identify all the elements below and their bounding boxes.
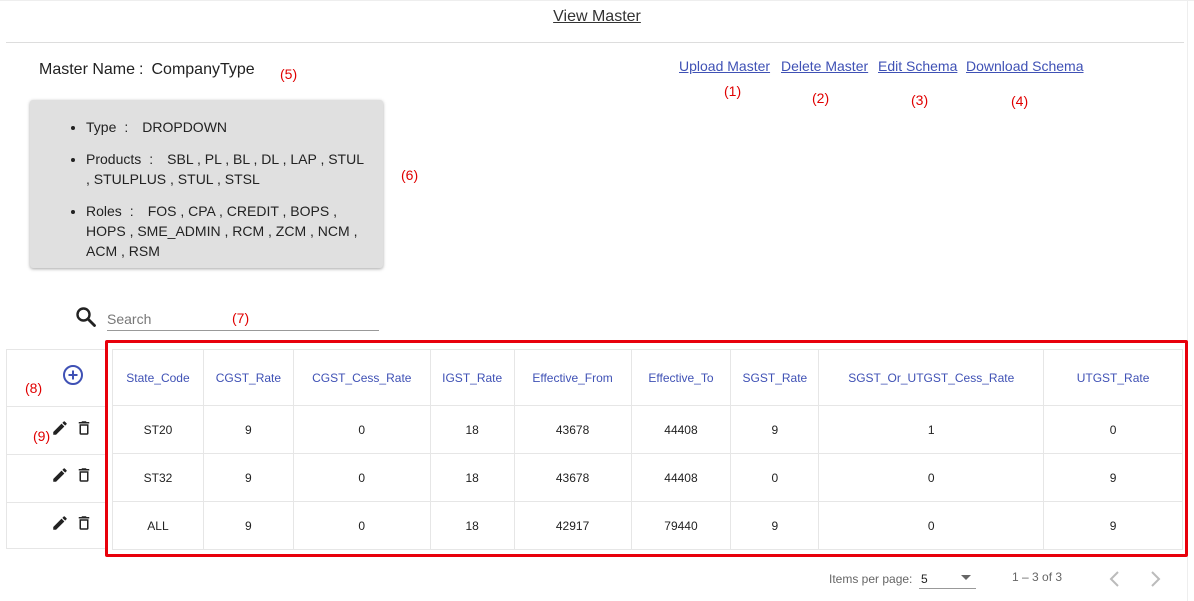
master-name-value: CompanyType <box>151 61 255 78</box>
page-size-select[interactable]: 5 <box>919 569 976 589</box>
info-type: Type:DROPDOWN <box>86 117 369 137</box>
annotation-6: (6) <box>401 167 419 183</box>
table-cell: 9 <box>202 501 294 550</box>
table-cell: 0 <box>292 501 431 550</box>
master-info-list: Type:DROPDOWN Products:SBL , PL , BL , D… <box>30 100 383 261</box>
table-cell: 18 <box>429 501 515 550</box>
edit-pencil-icon[interactable] <box>51 466 69 484</box>
upload-master-link[interactable]: Upload Master <box>679 58 770 74</box>
column-header[interactable]: UTGST_Rate <box>1043 349 1183 406</box>
paginator: Items per page: 5 1 – 3 of 3 <box>0 569 1194 593</box>
annotation-1: (1) <box>724 83 742 99</box>
info-roles: Roles:FOS , CPA , CREDIT , BOPS , HOPS ,… <box>86 201 369 261</box>
table-header-row: State_Code CGST_Rate CGST_Cess_Rate IGST… <box>112 349 1183 406</box>
table-cell: 9 <box>202 405 294 454</box>
table-cell: 0 <box>292 453 431 502</box>
row-actions <box>7 406 105 454</box>
page-range: 1 – 3 of 3 <box>1012 570 1063 584</box>
row-actions-column <box>6 349 106 549</box>
table-row: ST32 9 0 18 43678 44408 0 0 9 <box>112 453 1183 502</box>
master-data-table: State_Code CGST_Rate CGST_Cess_Rate IGST… <box>112 349 1183 550</box>
previous-page-icon[interactable] <box>1105 569 1125 589</box>
annotation-5: (5) <box>280 66 298 82</box>
column-header[interactable]: CGST_Rate <box>202 349 294 406</box>
column-header[interactable]: IGST_Rate <box>429 349 515 406</box>
top-border <box>0 0 1194 1</box>
table-cell: 9 <box>202 453 294 502</box>
table-cell: 43678 <box>513 453 632 502</box>
table-cell: ALL <box>112 501 204 550</box>
master-name: Master Name: CompanyType <box>39 61 255 79</box>
table-cell: 18 <box>429 453 515 502</box>
edit-pencil-icon[interactable] <box>51 514 69 532</box>
column-header[interactable]: Effective_From <box>513 349 632 406</box>
next-page-icon[interactable] <box>1145 569 1165 589</box>
page-title: View Master <box>553 8 641 25</box>
edit-schema-link[interactable]: Edit Schema <box>878 58 957 74</box>
table-cell: 42917 <box>513 501 632 550</box>
table-cell: 0 <box>730 453 820 502</box>
table-cell: 1 <box>818 405 1045 454</box>
row-actions <box>7 454 105 502</box>
delete-trash-icon[interactable] <box>75 466 93 484</box>
column-header[interactable]: SGST_Rate <box>730 349 820 406</box>
delete-trash-icon[interactable] <box>75 514 93 532</box>
master-info-card: Type:DROPDOWN Products:SBL , PL , BL , D… <box>30 100 383 268</box>
table-cell: 9 <box>1043 453 1183 502</box>
page-size-value: 5 <box>921 572 928 586</box>
table-cell: ST20 <box>112 405 204 454</box>
search-icon[interactable] <box>74 305 98 329</box>
table-cell: ST32 <box>112 453 204 502</box>
table-cell: 18 <box>429 405 515 454</box>
info-products: Products:SBL , PL , BL , DL , LAP , STUL… <box>86 149 369 189</box>
table-cell: 0 <box>292 405 431 454</box>
table-cell: 0 <box>818 501 1045 550</box>
table-row: ST20 9 0 18 43678 44408 9 1 0 <box>112 405 1183 454</box>
master-name-separator: : <box>139 61 144 78</box>
table-cell: 44408 <box>630 453 732 502</box>
column-header[interactable]: CGST_Cess_Rate <box>292 349 431 406</box>
table-cell: 43678 <box>513 405 632 454</box>
edit-pencil-icon[interactable] <box>51 419 69 437</box>
search-bar <box>74 305 380 332</box>
table-cell: 44408 <box>630 405 732 454</box>
table-cell: 0 <box>1043 405 1183 454</box>
dropdown-arrow-icon <box>961 575 971 580</box>
search-input[interactable] <box>107 307 379 331</box>
download-schema-link[interactable]: Download Schema <box>966 58 1084 74</box>
annotation-3: (3) <box>911 92 929 108</box>
table-row: ALL 9 0 18 42917 79440 9 0 9 <box>112 501 1183 550</box>
table-cell: 0 <box>818 453 1045 502</box>
annotation-2: (2) <box>812 90 830 106</box>
delete-trash-icon[interactable] <box>75 419 93 437</box>
delete-master-link[interactable]: Delete Master <box>781 58 868 74</box>
master-name-label: Master Name <box>39 61 136 78</box>
items-per-page-label: Items per page: <box>829 572 913 586</box>
table-cell: 9 <box>730 405 820 454</box>
table-cell: 9 <box>730 501 820 550</box>
table-cell: 79440 <box>630 501 732 550</box>
column-header[interactable]: Effective_To <box>630 349 732 406</box>
annotation-4: (4) <box>1011 93 1029 109</box>
title-divider <box>6 42 1184 43</box>
column-header[interactable]: State_Code <box>112 349 204 406</box>
row-actions <box>7 502 105 548</box>
column-header[interactable]: SGST_Or_UTGST_Cess_Rate <box>818 349 1045 406</box>
table-cell: 9 <box>1043 501 1183 550</box>
add-row-icon[interactable] <box>62 364 84 386</box>
